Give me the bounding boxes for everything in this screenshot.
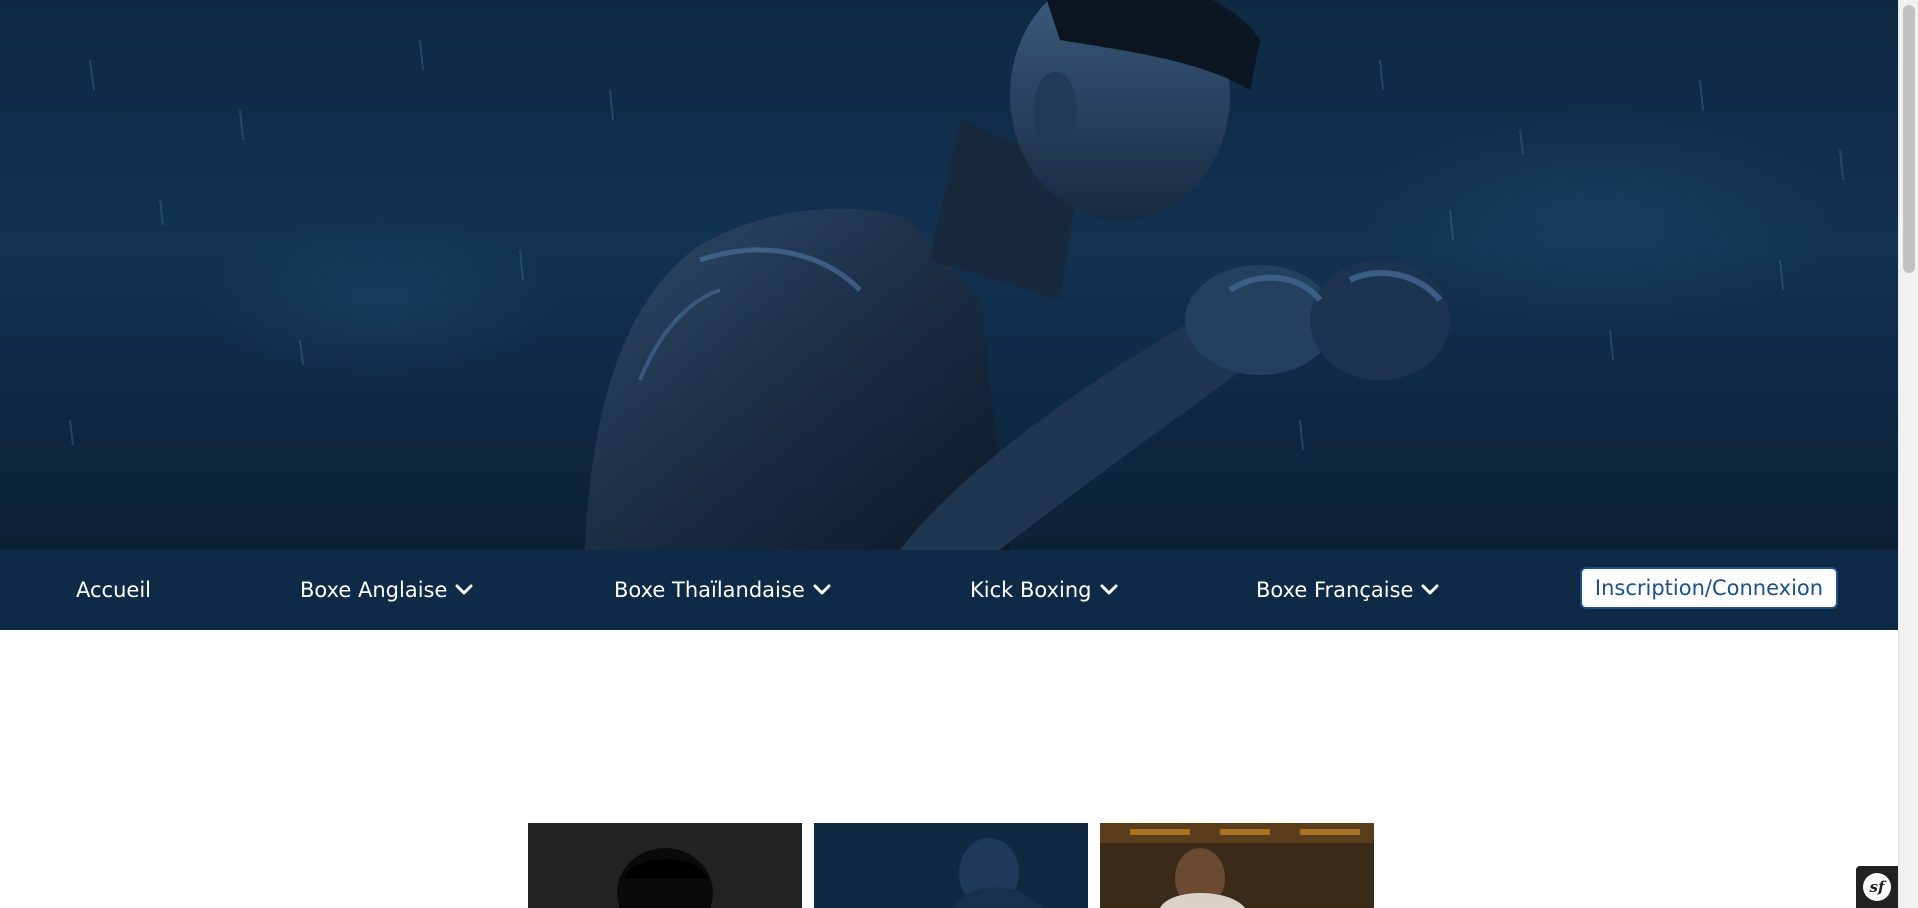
page: Accueil Boxe Anglaise Boxe Thaïlandaise … (0, 0, 1918, 908)
nav-item-accueil[interactable]: Accueil (76, 550, 151, 630)
thumbnail-card-1[interactable] (528, 823, 802, 908)
scrollbar-thumb[interactable] (1903, 5, 1915, 273)
page-content: Accueil Boxe Anglaise Boxe Thaïlandaise … (0, 0, 1898, 908)
nav-item-label: Accueil (76, 578, 151, 602)
hero-illustration (69, 0, 1844, 550)
nav-item-label: Boxe Française (1256, 578, 1414, 602)
nav-item-boxe-anglaise[interactable]: Boxe Anglaise (300, 550, 473, 630)
page-scrollbar[interactable] (1898, 0, 1918, 908)
thumbnail-card-3[interactable] (1100, 823, 1374, 908)
nav-item-boxe-francaise[interactable]: Boxe Française (1256, 550, 1439, 630)
nav-item-kick-boxing[interactable]: Kick Boxing (970, 550, 1118, 630)
boxer-photo-3 (1100, 823, 1374, 908)
nav-item-boxe-thailandaise[interactable]: Boxe Thaïlandaise (614, 550, 831, 630)
nav-item-label: Kick Boxing (970, 578, 1092, 602)
chevron-down-icon (1421, 584, 1439, 595)
nav-item-label: Boxe Anglaise (300, 578, 448, 602)
chevron-down-icon (813, 584, 831, 595)
chevron-down-icon (1100, 584, 1117, 595)
signup-login-button[interactable]: Inscription/Connexion (1580, 567, 1838, 609)
symfony-logo-icon: sf (1863, 873, 1891, 901)
hero-banner-image (0, 0, 1898, 550)
boxer-photo-1 (528, 823, 802, 908)
thumbnail-card-2[interactable] (814, 823, 1088, 908)
boxer-photo-2 (814, 823, 1088, 908)
nav-item-label: Boxe Thaïlandaise (614, 578, 805, 602)
symfony-toolbar-toggle[interactable]: sf (1856, 866, 1898, 908)
chevron-down-icon (455, 584, 473, 595)
